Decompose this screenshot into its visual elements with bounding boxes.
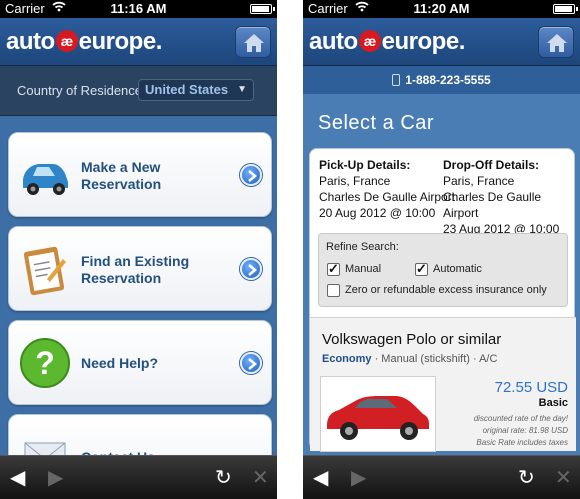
automatic-label: Automatic xyxy=(433,263,482,275)
status-bar: Carrier 11:20 AM xyxy=(303,0,580,18)
new-reservation-card[interactable]: Make a New Reservation xyxy=(8,132,272,217)
original-rate: original rate: 81.98 USD xyxy=(482,426,568,435)
dropoff-heading: Drop-Off Details: xyxy=(443,158,539,172)
app-header: auto æ europe. xyxy=(0,18,277,66)
country-row: Country of Residence: United States ▼ xyxy=(0,66,277,116)
car-meta: Economy · Manual (stickshift) · A/C xyxy=(322,353,497,365)
home-button[interactable] xyxy=(235,26,271,58)
new-reservation-label: Make a New Reservation xyxy=(81,158,162,192)
car-class: Economy xyxy=(322,353,372,365)
app-header: auto æ europe. xyxy=(303,18,580,66)
back-arrow-icon[interactable]: ◀ xyxy=(10,466,25,490)
home-button[interactable] xyxy=(538,26,574,58)
manual-checkbox[interactable] xyxy=(327,261,340,277)
car-name: Volkswagen Polo or similar xyxy=(322,331,502,348)
country-label: Country of Residence: xyxy=(17,83,146,98)
status-time: 11:16 AM xyxy=(110,1,167,16)
car-result[interactable]: Volkswagen Polo or similar Economy · Man… xyxy=(310,317,576,452)
find-reservation-card[interactable]: Find an Existing Reservation xyxy=(8,226,272,311)
page-title: Select a Car xyxy=(318,112,435,134)
svg-text:?: ? xyxy=(35,345,55,381)
pickup-details: Pick-Up Details: Paris, France Charles D… xyxy=(319,157,455,221)
chevron-right-icon[interactable] xyxy=(240,258,262,280)
dropoff-details: Drop-Off Details: Paris, France Charles … xyxy=(443,157,574,237)
help-label: Need Help? xyxy=(81,355,159,371)
phone-number-link[interactable]: 1-888-223-5555 xyxy=(303,66,580,94)
dropoff-place: Charles De Gaulle Airport xyxy=(443,190,542,220)
pickup-city: Paris, France xyxy=(319,174,391,188)
battery-icon xyxy=(250,4,275,14)
automatic-checkbox[interactable] xyxy=(415,261,428,277)
status-time: 11:20 AM xyxy=(413,1,470,16)
phone-number: 1-888-223-5555 xyxy=(405,73,491,87)
home-icon xyxy=(244,34,264,52)
chevron-right-icon[interactable] xyxy=(240,352,262,374)
browser-toolbar: ◀ ▶ ↻ ✕ xyxy=(0,455,277,499)
close-icon[interactable]: ✕ xyxy=(252,466,269,490)
refine-heading: Refine Search: xyxy=(326,241,399,253)
chevron-right-icon[interactable] xyxy=(240,164,262,186)
screen-select-car: Carrier 11:20 AM auto æ europe. 1-888-223-… xyxy=(303,0,580,499)
battery-icon xyxy=(553,4,578,14)
help-card[interactable]: ? Need Help? xyxy=(8,320,272,405)
pickup-datetime: 20 Aug 2012 @ 10:00 xyxy=(319,206,436,220)
pickup-heading: Pick-Up Details: xyxy=(319,158,411,172)
reload-icon[interactable]: ↻ xyxy=(518,466,535,490)
rate-note: discounted rate of the day! xyxy=(473,414,568,423)
reload-icon[interactable]: ↻ xyxy=(215,466,232,490)
tax-note: Basic Rate includes taxes xyxy=(476,438,568,447)
dropdown-arrow-icon: ▼ xyxy=(237,84,247,95)
forward-arrow-icon[interactable]: ▶ xyxy=(48,466,63,490)
dropoff-city: Paris, France xyxy=(443,174,515,188)
phone-icon xyxy=(392,74,401,86)
car-price: 72.55 USD xyxy=(494,379,568,396)
car-image xyxy=(320,376,436,452)
find-reservation-label: Find an Existing Reservation xyxy=(81,252,190,286)
country-select[interactable]: United States ▼ xyxy=(138,79,254,101)
refine-search-box: Refine Search: Manual Automatic Zero or … xyxy=(318,233,568,307)
status-bar: Carrier 11:16 AM xyxy=(0,0,277,18)
car-icon xyxy=(23,164,68,195)
pickup-place: Charles De Gaulle Airport xyxy=(319,190,456,204)
car-features: · Manual (stickshift) · A/C xyxy=(371,353,498,365)
forward-arrow-icon[interactable]: ▶ xyxy=(351,466,366,490)
insurance-checkbox[interactable] xyxy=(327,284,340,297)
close-icon[interactable]: ✕ xyxy=(555,466,572,490)
manual-label: Manual xyxy=(345,263,382,275)
booking-panel: Pick-Up Details: Paris, France Charles D… xyxy=(309,148,576,452)
country-value: United States xyxy=(145,82,229,97)
help-icon: ? xyxy=(20,338,70,388)
back-arrow-icon[interactable]: ◀ xyxy=(313,466,328,490)
rate-type: Basic xyxy=(538,397,568,409)
auto-europe-logo: auto æ europe. xyxy=(6,28,162,55)
home-icon xyxy=(547,34,567,52)
clipboard-icon xyxy=(23,246,66,296)
screen-home: Carrier 11:16 AM auto æ europe. Country of… xyxy=(0,0,277,499)
insurance-label: Zero or refundable excess insurance only xyxy=(345,284,547,296)
browser-toolbar: ◀ ▶ ↻ ✕ xyxy=(303,455,580,499)
auto-europe-logo: auto æ europe. xyxy=(309,28,465,55)
